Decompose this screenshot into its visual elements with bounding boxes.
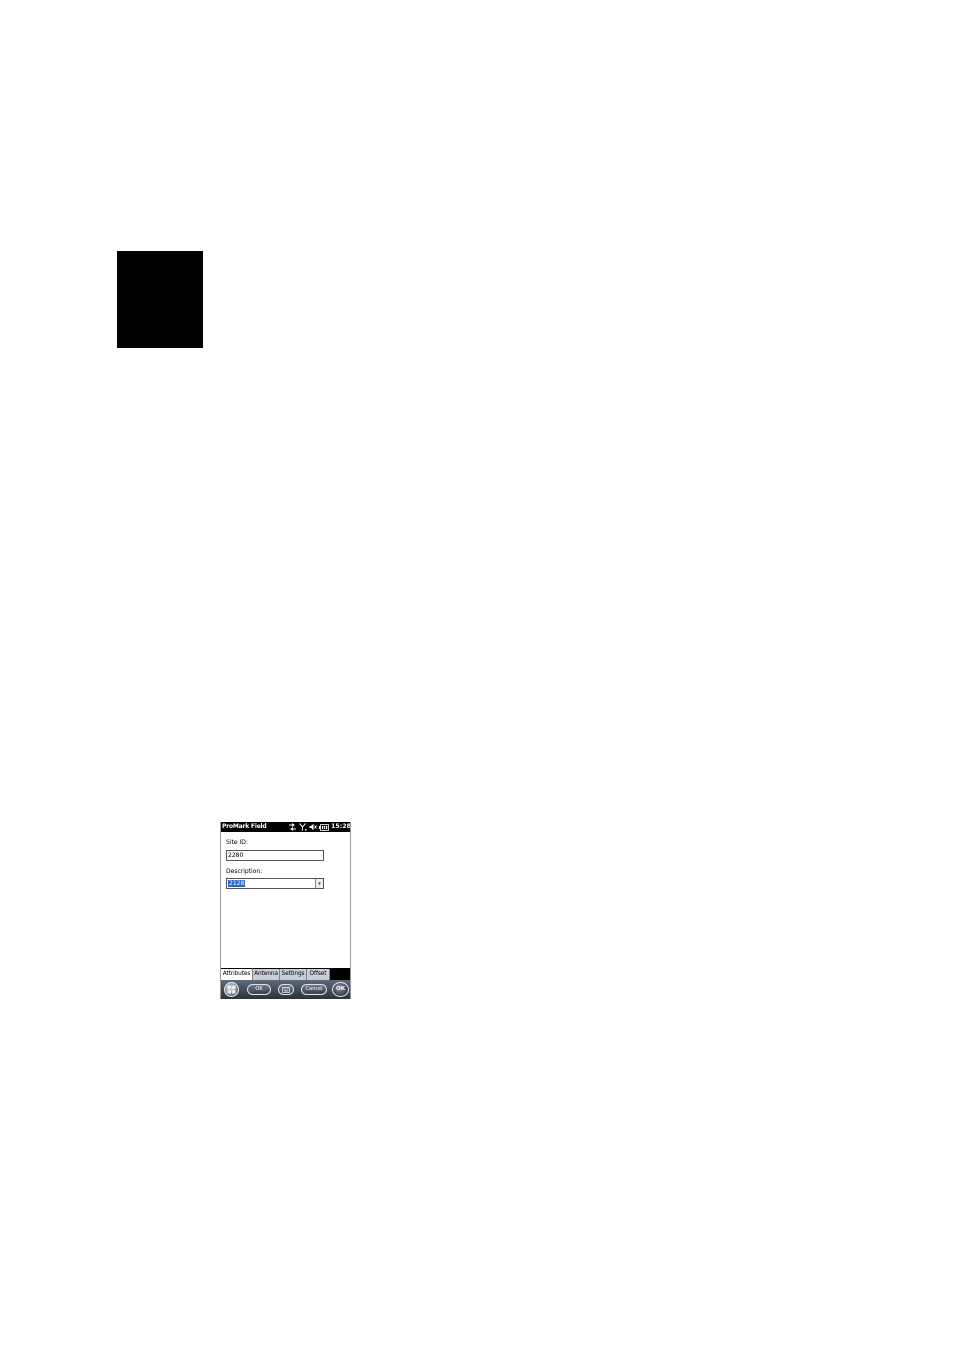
status-icons: 15:28 bbox=[288, 822, 350, 832]
ok-round-button[interactable]: OK bbox=[332, 982, 349, 997]
ok-softkey[interactable]: OK bbox=[247, 984, 271, 995]
app-title: ProMark Field bbox=[222, 823, 267, 830]
tab-offset[interactable]: Offset bbox=[307, 969, 330, 980]
windows-start-button[interactable] bbox=[224, 982, 239, 997]
description-combobox[interactable]: 2128 ▾ bbox=[226, 878, 324, 889]
volume-muted-icon[interactable] bbox=[309, 823, 317, 831]
status-bar: ProMark Field 15:28 bbox=[221, 822, 350, 832]
sync-icon[interactable] bbox=[288, 823, 297, 831]
tab-settings[interactable]: Settings bbox=[280, 969, 307, 980]
tab-strip: Attributes Antenna Settings Offset bbox=[221, 968, 350, 980]
signal-icon[interactable] bbox=[299, 823, 307, 831]
description-label: Description: bbox=[226, 868, 263, 875]
battery-icon[interactable] bbox=[318, 823, 329, 831]
device-screenshot: ProMark Field 15:28 Site ID: 2280 Descri… bbox=[220, 822, 351, 999]
site-id-label: Site ID: bbox=[226, 839, 248, 846]
keyboard-icon bbox=[282, 986, 290, 993]
windows-flag-icon bbox=[227, 985, 236, 994]
clock[interactable]: 15:28 bbox=[331, 822, 350, 832]
softkey-bar: OK Cancel OK bbox=[221, 980, 350, 999]
black-tab-marker bbox=[117, 251, 203, 348]
dropdown-arrow-icon[interactable]: ▾ bbox=[315, 879, 323, 888]
site-id-input[interactable]: 2280 bbox=[226, 850, 324, 861]
description-value[interactable]: 2128 bbox=[228, 880, 246, 887]
cancel-softkey[interactable]: Cancel bbox=[301, 984, 327, 995]
tab-antenna[interactable]: Antenna bbox=[253, 969, 280, 980]
keyboard-button[interactable] bbox=[278, 984, 294, 995]
tab-attributes[interactable]: Attributes bbox=[221, 968, 253, 980]
